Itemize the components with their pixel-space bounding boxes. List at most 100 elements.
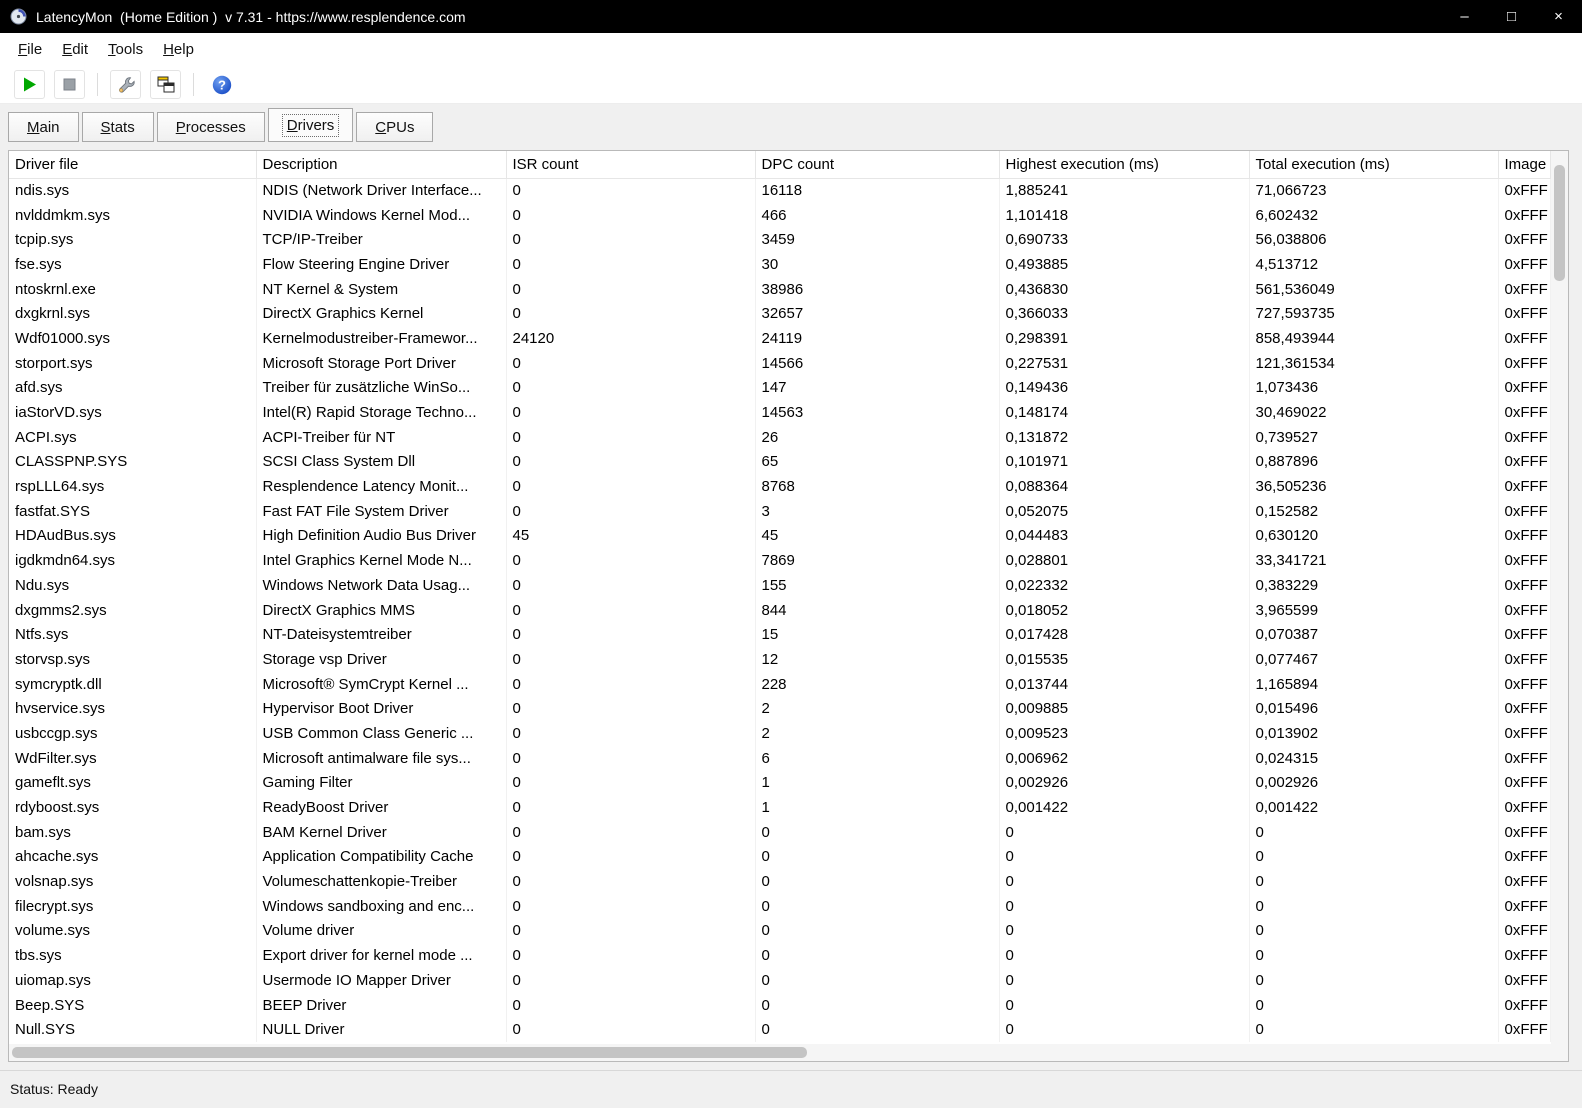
close-button[interactable]: × xyxy=(1535,0,1582,33)
table-row[interactable]: Null.SYSNULL Driver00000xFFF xyxy=(9,1017,1551,1042)
table-row[interactable]: gameflt.sysGaming Filter010,0029260,0029… xyxy=(9,771,1551,796)
column-header-description[interactable]: Description xyxy=(256,151,506,178)
column-header-highest-execution-ms-[interactable]: Highest execution (ms) xyxy=(999,151,1249,178)
table-cell: tbs.sys xyxy=(9,943,256,968)
horizontal-scrollbar-thumb[interactable] xyxy=(12,1047,807,1058)
table-row[interactable]: rspLLL64.sysResplendence Latency Monit..… xyxy=(9,474,1551,499)
table-cell: 466 xyxy=(755,203,999,228)
table-cell: 0 xyxy=(506,721,755,746)
table-row[interactable]: storport.sysMicrosoft Storage Port Drive… xyxy=(9,351,1551,376)
table-row[interactable]: HDAudBus.sysHigh Definition Audio Bus Dr… xyxy=(9,524,1551,549)
vertical-scrollbar-thumb[interactable] xyxy=(1554,165,1565,281)
table-cell: 0,017428 xyxy=(999,622,1249,647)
table-cell: 0 xyxy=(506,252,755,277)
table-cell: BEEP Driver xyxy=(256,993,506,1018)
table-cell: 0xFFF xyxy=(1498,894,1551,919)
table-cell: NT Kernel & System xyxy=(256,277,506,302)
horizontal-scrollbar[interactable] xyxy=(9,1044,1551,1061)
table-cell: 0 xyxy=(506,672,755,697)
tab-processes[interactable]: Processes xyxy=(157,112,265,142)
table-cell: hvservice.sys xyxy=(9,696,256,721)
start-monitor-button[interactable] xyxy=(14,70,45,99)
table-cell: 0,009885 xyxy=(999,696,1249,721)
table-cell: 0 xyxy=(506,227,755,252)
table-row[interactable]: rdyboost.sysReadyBoost Driver010,0014220… xyxy=(9,795,1551,820)
table-cell: 1,165894 xyxy=(1249,672,1498,697)
column-header-driver-file[interactable]: Driver file xyxy=(9,151,256,178)
stop-monitor-button[interactable] xyxy=(54,70,85,99)
tab-stats[interactable]: Stats xyxy=(82,112,154,142)
copy-report-button[interactable] xyxy=(150,70,181,99)
table-row[interactable]: Wdf01000.sysKernelmodustreiber-Framewor.… xyxy=(9,326,1551,351)
table-row[interactable]: ACPI.sysACPI-Treiber für NT0260,1318720,… xyxy=(9,425,1551,450)
table-row[interactable]: WdFilter.sysMicrosoft antimalware file s… xyxy=(9,746,1551,771)
tab-drivers[interactable]: Drivers xyxy=(268,108,354,142)
table-row[interactable]: fastfat.SYSFast FAT File System Driver03… xyxy=(9,499,1551,524)
table-row[interactable]: uiomap.sysUsermode IO Mapper Driver00000… xyxy=(9,968,1551,993)
table-row[interactable]: volume.sysVolume driver00000xFFF xyxy=(9,919,1551,944)
toolbar-separator xyxy=(193,73,194,96)
status-text: Status: Ready xyxy=(10,1081,98,1097)
vertical-scrollbar[interactable] xyxy=(1551,151,1568,1044)
minimize-button[interactable]: – xyxy=(1441,0,1488,33)
options-button[interactable] xyxy=(110,70,141,99)
table-row[interactable]: ndis.sysNDIS (Network Driver Interface..… xyxy=(9,178,1551,203)
table-cell: 0,152582 xyxy=(1249,499,1498,524)
table-row[interactable]: storvsp.sysStorage vsp Driver0120,015535… xyxy=(9,647,1551,672)
table-cell: dxgkrnl.sys xyxy=(9,301,256,326)
titlebar: LatencyMon (Home Edition ) v 7.31 - http… xyxy=(0,0,1582,33)
maximize-button[interactable]: □ xyxy=(1488,0,1535,33)
menu-item-file[interactable]: File xyxy=(8,36,52,63)
table-row[interactable]: tbs.sysExport driver for kernel mode ...… xyxy=(9,943,1551,968)
table-cell: Volumeschattenkopie-Treiber xyxy=(256,869,506,894)
table-cell: 0xFFF xyxy=(1498,1017,1551,1042)
tab-cpus[interactable]: CPUs xyxy=(356,112,433,142)
tab-main[interactable]: Main xyxy=(8,112,79,142)
table-cell: 14566 xyxy=(755,351,999,376)
table-cell: 6,602432 xyxy=(1249,203,1498,228)
column-header-image[interactable]: Image xyxy=(1498,151,1551,178)
table-row[interactable]: bam.sysBAM Kernel Driver00000xFFF xyxy=(9,820,1551,845)
table-row[interactable]: Ndu.sysWindows Network Data Usag...01550… xyxy=(9,573,1551,598)
table-row[interactable]: Beep.SYSBEEP Driver00000xFFF xyxy=(9,993,1551,1018)
column-header-isr-count[interactable]: ISR count xyxy=(506,151,755,178)
table-body: ndis.sysNDIS (Network Driver Interface..… xyxy=(9,178,1551,1042)
table-cell: 1 xyxy=(755,771,999,796)
table-row[interactable]: fse.sysFlow Steering Engine Driver0300,4… xyxy=(9,252,1551,277)
menu-item-edit[interactable]: Edit xyxy=(52,36,98,63)
table-row[interactable]: iaStorVD.sysIntel(R) Rapid Storage Techn… xyxy=(9,400,1551,425)
table-row[interactable]: afd.sysTreiber für zusätzliche WinSo...0… xyxy=(9,376,1551,401)
table-row[interactable]: Ntfs.sysNT-Dateisystemtreiber0150,017428… xyxy=(9,622,1551,647)
table-cell: 0,436830 xyxy=(999,277,1249,302)
table-cell: Intel(R) Rapid Storage Techno... xyxy=(256,400,506,425)
table-row[interactable]: usbccgp.sysUSB Common Class Generic ...0… xyxy=(9,721,1551,746)
table-cell: 0 xyxy=(1249,968,1498,993)
table-row[interactable]: symcryptk.dllMicrosoft® SymCrypt Kernel … xyxy=(9,672,1551,697)
table-cell: 45 xyxy=(506,524,755,549)
column-header-dpc-count[interactable]: DPC count xyxy=(755,151,999,178)
table-cell: uiomap.sys xyxy=(9,968,256,993)
table-cell: 0xFFF xyxy=(1498,672,1551,697)
table-row[interactable]: dxgkrnl.sysDirectX Graphics Kernel032657… xyxy=(9,301,1551,326)
column-header-total-execution-ms-[interactable]: Total execution (ms) xyxy=(1249,151,1498,178)
table-row[interactable]: dxgmms2.sysDirectX Graphics MMS08440,018… xyxy=(9,598,1551,623)
table-row[interactable]: igdkmdn64.sysIntel Graphics Kernel Mode … xyxy=(9,548,1551,573)
table-row[interactable]: filecrypt.sysWindows sandboxing and enc.… xyxy=(9,894,1551,919)
table-cell: 0,088364 xyxy=(999,474,1249,499)
table-row[interactable]: hvservice.sysHypervisor Boot Driver020,0… xyxy=(9,696,1551,721)
table-cell: Usermode IO Mapper Driver xyxy=(256,968,506,993)
menu-item-help[interactable]: Help xyxy=(153,36,204,63)
table-cell: Beep.SYS xyxy=(9,993,256,1018)
table-row[interactable]: nvlddmkm.sysNVIDIA Windows Kernel Mod...… xyxy=(9,203,1551,228)
table-row[interactable]: CLASSPNP.SYSSCSI Class System Dll0650,10… xyxy=(9,450,1551,475)
table-cell: Export driver for kernel mode ... xyxy=(256,943,506,968)
table-cell: 3 xyxy=(755,499,999,524)
table-row[interactable]: volsnap.sysVolumeschattenkopie-Treiber00… xyxy=(9,869,1551,894)
wrench-icon xyxy=(116,76,136,94)
table-cell: 16118 xyxy=(755,178,999,203)
table-row[interactable]: tcpip.sysTCP/IP-Treiber034590,69073356,0… xyxy=(9,227,1551,252)
menu-item-tools[interactable]: Tools xyxy=(98,36,153,63)
table-row[interactable]: ntoskrnl.exeNT Kernel & System0389860,43… xyxy=(9,277,1551,302)
help-button[interactable]: ? xyxy=(206,70,237,99)
table-row[interactable]: ahcache.sysApplication Compatibility Cac… xyxy=(9,845,1551,870)
